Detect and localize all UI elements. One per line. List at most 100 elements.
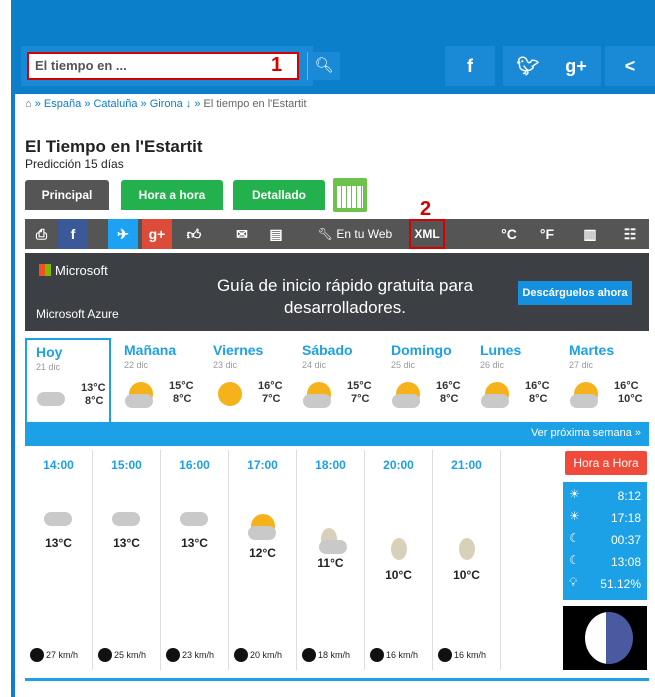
left-edge [0, 0, 15, 697]
next-week-link[interactable]: Ver próxima semana » [531, 427, 641, 439]
breadcrumb-item[interactable]: Girona ↓ [150, 98, 192, 110]
day-max: 13°C [81, 382, 106, 394]
day-card[interactable]: Lunes 26 dic 16°C 8°C [471, 338, 557, 422]
mail-icon[interactable]: ✉ [227, 219, 257, 249]
day-name: Domingo [391, 342, 452, 358]
facebook-icon: f [467, 56, 473, 76]
tab-principal[interactable]: Principal [25, 180, 109, 210]
hour-temp: 11°C [317, 556, 344, 570]
hour-temp: 12°C [249, 546, 276, 560]
day-max: 16°C [614, 380, 639, 392]
hour-wind: 16 km/h [370, 648, 418, 662]
map-icon[interactable]: ▤ [261, 219, 291, 249]
day-date: 27 dic [569, 360, 594, 370]
search-icon: 🔍︎ [314, 57, 334, 74]
next-week-bar: Ver próxima semana » [25, 422, 649, 446]
hour-column: 18:00 11°C 18 km/h [297, 450, 365, 670]
day-card[interactable]: Hoy 21 dic 13°C 8°C [25, 338, 111, 422]
wind-direction-icon [30, 648, 44, 662]
day-card[interactable]: Viernes 23 dic 16°C 7°C [204, 338, 290, 422]
home-icon[interactable]: ⌂ [25, 98, 32, 110]
cloud-icon [44, 512, 72, 526]
header: El tiempo en ... 1 🔍︎ f 🐦︎ g+ < [15, 38, 655, 94]
hour-temp: 13°C [113, 536, 140, 550]
sunrise-icon: ☀ [569, 487, 580, 501]
breadcrumb-item[interactable]: Cataluña [93, 98, 137, 110]
day-min: 8°C [529, 393, 548, 405]
hour-time: 15:00 [111, 458, 142, 472]
page-title: El Tiempo en l'Estartit [25, 137, 203, 156]
cloud-icon [37, 392, 65, 406]
breadcrumb-item[interactable]: España [44, 98, 81, 110]
daily-forecast: Hoy 21 dic 13°C 8°C Mañana 22 dic 15°C 8… [25, 338, 649, 422]
wind-direction-icon [166, 648, 180, 662]
day-card[interactable]: Sábado 24 dic 15°C 7°C [293, 338, 379, 422]
day-min: 8°C [85, 395, 104, 407]
top-banner [15, 0, 655, 38]
hour-temp: 13°C [45, 536, 72, 550]
hour-wind: 23 km/h [166, 648, 214, 662]
night-cloud-icon [319, 540, 347, 554]
googleplus-share-icon[interactable]: g+ [142, 219, 172, 249]
hour-temp: 13°C [181, 536, 208, 550]
day-card[interactable]: Mañana 22 dic 15°C 8°C [115, 338, 201, 422]
hour-time: 16:00 [179, 458, 210, 472]
celsius-button[interactable]: °C [493, 219, 525, 249]
day-name: Hoy [36, 344, 63, 360]
tab-detallado[interactable]: Detallado [233, 180, 325, 210]
microsoft-logo: Microsoft [39, 263, 108, 278]
hour-column: 14:00 13°C 27 km/h [25, 450, 93, 670]
wind-direction-icon [370, 648, 384, 662]
moon-icon [391, 538, 407, 560]
tab-hora-a-hora[interactable]: Hora a hora [121, 180, 223, 210]
hour-wind: 27 km/h [30, 648, 78, 662]
wind-direction-icon [438, 648, 452, 662]
moon-phase [563, 606, 647, 670]
hour-time: 21:00 [451, 458, 482, 472]
day-date: 21 dic [36, 362, 61, 372]
hour-time: 18:00 [315, 458, 346, 472]
moon-icon [459, 538, 475, 560]
chart-icon[interactable]: ▥ [575, 219, 605, 249]
facebook-button[interactable]: f [445, 46, 495, 86]
partly-cloudy-icon [125, 394, 153, 408]
twitter-button[interactable]: 🐦︎ [503, 46, 553, 86]
day-name: Mañana [124, 342, 177, 358]
moonrise-row: ☾ 00:37 [569, 531, 641, 547]
fahrenheit-button[interactable]: °F [531, 219, 563, 249]
partly-cloudy-icon [570, 394, 598, 408]
partly-cloudy-icon [481, 394, 509, 408]
twitter-share-icon[interactable]: ✈ [108, 219, 138, 249]
hour-temp: 10°C [453, 568, 480, 582]
day-card[interactable]: Martes 27 dic 16°C 10°C [560, 338, 646, 422]
divider [25, 678, 649, 681]
print-icon[interactable]: ⎙ [25, 219, 58, 249]
day-name: Viernes [213, 342, 264, 358]
wind-direction-icon [98, 648, 112, 662]
ad-cta-button[interactable]: Descárguelos ahora [518, 281, 632, 305]
wind-direction-icon [302, 648, 316, 662]
share-button[interactable]: < [605, 46, 655, 86]
breadcrumb-current: El tiempo en l'Estartit [203, 98, 307, 110]
xml-button[interactable]: XML [409, 219, 445, 249]
hour-time: 14:00 [43, 458, 74, 472]
like-icon[interactable]: 👍︎ [179, 219, 209, 249]
calendar-icon[interactable] [333, 178, 367, 212]
grid-icon[interactable]: ☷ [615, 219, 645, 249]
cloud-icon [180, 512, 208, 526]
search-button[interactable]: 🔍︎ [307, 52, 340, 80]
search-input[interactable]: El tiempo en ... [27, 52, 299, 80]
day-date: 25 dic [391, 360, 416, 370]
hora-a-hora-button[interactable]: Hora a Hora [565, 451, 647, 475]
day-card[interactable]: Domingo 25 dic 16°C 8°C [382, 338, 468, 422]
hour-column: 20:00 10°C 16 km/h [365, 450, 433, 670]
facebook-share-icon[interactable]: f [58, 219, 88, 249]
hourly-forecast: 14:00 13°C 27 km/h 15:00 13°C 25 km/h 16… [25, 450, 505, 670]
wind-direction-icon [234, 648, 248, 662]
embed-button[interactable]: 🔧︎ En tu Web [305, 219, 405, 249]
googleplus-button[interactable]: g+ [551, 46, 601, 86]
ad-headline: Guía de inicio rápido gratuita para desa… [216, 276, 474, 317]
day-max: 16°C [436, 380, 461, 392]
day-max: 16°C [258, 380, 283, 392]
hour-time: 20:00 [383, 458, 414, 472]
